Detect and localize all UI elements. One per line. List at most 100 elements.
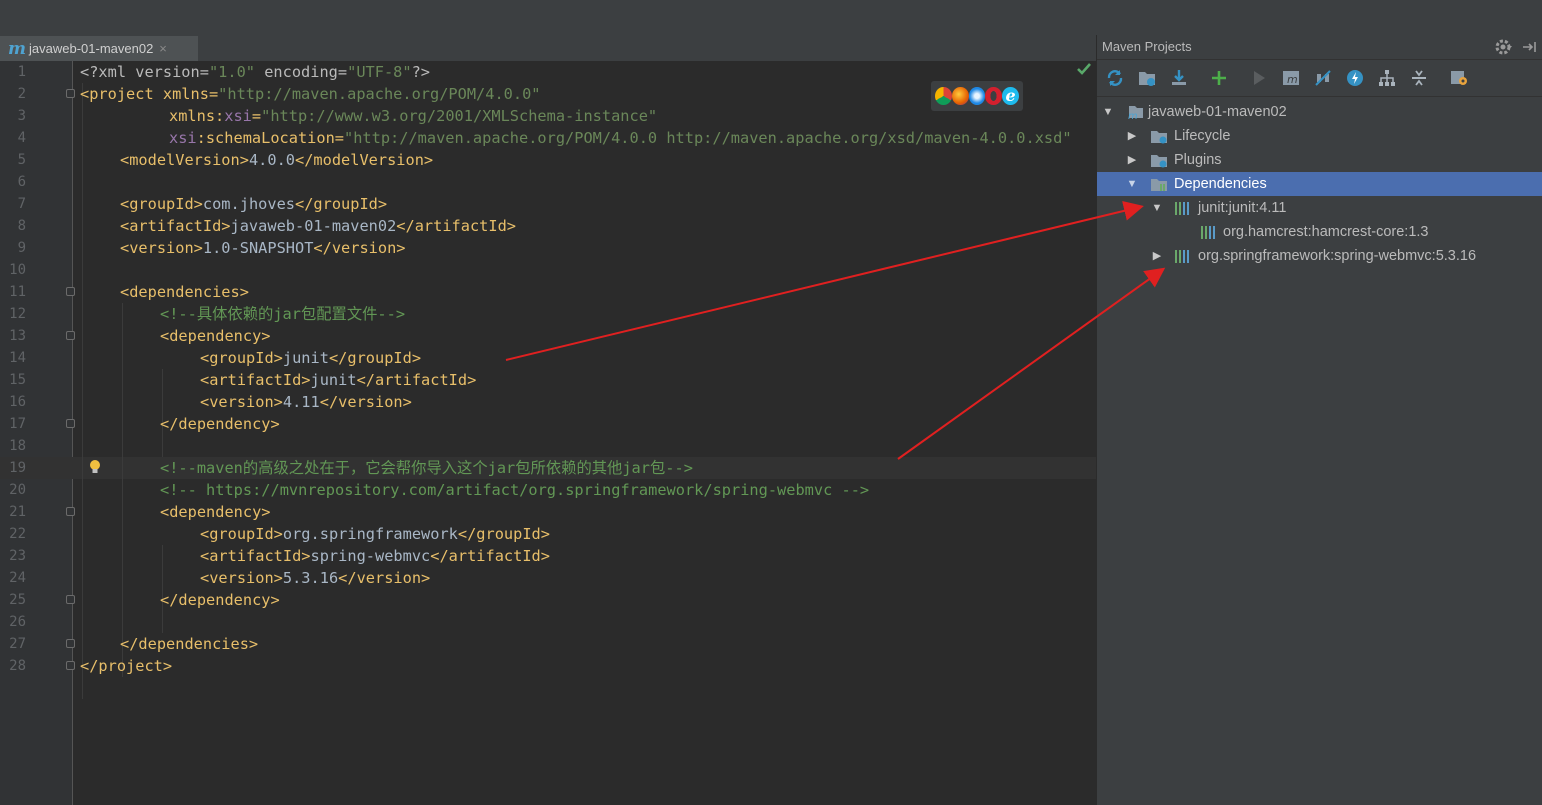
code-line-23: <artifactId>spring-webmvc</artifactId>	[200, 547, 550, 565]
line-number: 17	[9, 416, 26, 432]
tree-item-plugins[interactable]: ▶ Plugins	[1097, 148, 1542, 172]
add-icon[interactable]	[1209, 68, 1229, 88]
tree-item-project-root[interactable]: ▼ m javaweb-01-maven02	[1097, 100, 1542, 124]
line-number: 28	[9, 658, 26, 674]
code-line-9: <version>1.0-SNAPSHOT</version>	[120, 239, 406, 257]
tab-close-icon[interactable]: ×	[159, 41, 167, 56]
fold-marker[interactable]	[66, 639, 75, 648]
code-line-16: <version>4.11</version>	[200, 393, 412, 411]
editor-tab-bar: m javaweb-01-maven02 ×	[0, 35, 1096, 62]
line-number: 11	[9, 284, 26, 300]
indent-guide	[82, 83, 83, 699]
tree-item-dependency-spring-webmvc[interactable]: ▶ org.springframework:spring-webmvc:5.3.…	[1097, 244, 1542, 268]
browser-preview-bar: e	[931, 81, 1023, 111]
run-icon[interactable]	[1249, 68, 1269, 88]
library-icon	[1175, 202, 1189, 215]
generate-sources-icon[interactable]	[1137, 68, 1157, 88]
opera-icon[interactable]	[985, 87, 1003, 105]
code-line-17: </dependency>	[160, 415, 280, 433]
code-line-4: xsi:schemaLocation="http://maven.apache.…	[169, 129, 1072, 147]
code-line-21: <dependency>	[160, 503, 271, 521]
collapsed-arrow-icon[interactable]: ▶	[1125, 148, 1139, 172]
fold-marker[interactable]	[66, 287, 75, 296]
ie-icon[interactable]: e	[1002, 87, 1019, 105]
line-number: 5	[17, 152, 26, 168]
skip-tests-icon[interactable]	[1345, 68, 1365, 88]
line-number: 16	[9, 394, 26, 410]
collapsed-arrow-icon[interactable]: ▶	[1125, 124, 1139, 148]
line-number: 25	[9, 592, 26, 608]
tree-item-dependency-hamcrest[interactable]: org.hamcrest:hamcrest-core:1.3	[1097, 220, 1542, 244]
hide-panel-icon[interactable]	[1521, 38, 1537, 56]
line-number: 19	[9, 460, 26, 476]
code-editor[interactable]: m javaweb-01-maven02 × 1 2 3 4 5 6 7 8 9 10 11 12 13…	[0, 35, 1096, 805]
maven-settings-icon[interactable]	[1449, 68, 1469, 88]
code-line-19: <!--maven的高级之处在于，它会帮你导入这个jar包所依赖的其他jar包-…	[160, 459, 693, 477]
fold-marker[interactable]	[66, 595, 75, 604]
code-line-8: <artifactId>javaweb-01-maven02</artifact…	[120, 217, 517, 235]
line-number: 4	[17, 130, 26, 146]
line-number: 27	[9, 636, 26, 652]
code-line-24: <version>5.3.16</version>	[200, 569, 431, 587]
code-line-15: <artifactId>junit</artifactId>	[200, 371, 477, 389]
line-number: 22	[9, 526, 26, 542]
reimport-icon[interactable]	[1105, 68, 1125, 88]
indent-guide	[122, 303, 123, 677]
lifecycle-folder-icon	[1151, 131, 1167, 144]
library-icon	[1175, 250, 1189, 263]
fold-marker[interactable]	[66, 507, 75, 516]
code-line-7: <groupId>com.jhoves</groupId>	[120, 195, 388, 213]
collapse-all-icon[interactable]	[1409, 68, 1429, 88]
expanded-arrow-icon[interactable]: ▼	[1101, 100, 1115, 124]
dependencies-folder-icon	[1151, 179, 1167, 191]
firefox-icon[interactable]	[951, 87, 969, 105]
fold-marker[interactable]	[66, 419, 75, 428]
safari-icon[interactable]	[968, 87, 986, 105]
code-line-12: <!--具体依赖的jar包配置文件-->	[160, 305, 406, 323]
chrome-icon[interactable]	[935, 87, 952, 105]
gear-icon[interactable]	[1495, 38, 1513, 56]
code-line-11: <dependencies>	[120, 283, 249, 301]
expanded-arrow-icon[interactable]: ▼	[1150, 196, 1164, 220]
maven-toolbar: m	[1097, 60, 1542, 97]
svg-text:m: m	[1287, 73, 1298, 86]
collapsed-arrow-icon[interactable]: ▶	[1150, 244, 1164, 268]
line-number: 10	[9, 262, 26, 278]
line-number: 13	[9, 328, 26, 344]
line-number: 24	[9, 570, 26, 586]
maven-file-icon: m	[8, 38, 26, 59]
line-number: 1	[17, 64, 26, 80]
code-line-22: <groupId>org.springframework</groupId>	[200, 525, 550, 543]
lightbulb-icon[interactable]	[88, 459, 102, 475]
expanded-arrow-icon[interactable]: ▼	[1125, 172, 1139, 196]
fold-marker[interactable]	[66, 89, 75, 98]
tree-item-dependencies[interactable]: ▼ Dependencies	[1097, 172, 1542, 196]
line-number: 3	[17, 108, 26, 124]
execute-goal-icon[interactable]: m	[1281, 68, 1301, 88]
download-icon[interactable]	[1169, 68, 1189, 88]
show-dependencies-icon[interactable]	[1377, 68, 1397, 88]
window-top-bar	[0, 0, 1542, 36]
maven-module-icon: m	[1128, 106, 1143, 120]
tree-item-dependency-junit[interactable]: ▼ junit:junit:4.11	[1097, 196, 1542, 220]
library-icon	[1201, 226, 1215, 239]
code-line-20: <!-- https://mvnrepository.com/artifact/…	[160, 481, 870, 499]
code-line-13: <dependency>	[160, 327, 271, 345]
code-line-28: </project>	[80, 657, 173, 675]
code-line-14: <groupId>junit</groupId>	[200, 349, 422, 367]
inspection-ok-icon[interactable]	[1076, 61, 1092, 77]
toggle-offline-icon[interactable]	[1313, 68, 1333, 88]
line-number: 9	[17, 240, 26, 256]
tree-item-lifecycle[interactable]: ▶ Lifecycle	[1097, 124, 1542, 148]
line-number: 2	[17, 86, 26, 102]
maven-panel-title: Maven Projects	[1102, 39, 1192, 54]
line-number: 14	[9, 350, 26, 366]
code-line-2: <project xmlns="http://maven.apache.org/…	[80, 85, 541, 103]
line-number: 18	[9, 438, 26, 454]
editor-tab-pom[interactable]: m javaweb-01-maven02 ×	[0, 36, 198, 61]
fold-marker[interactable]	[66, 661, 75, 670]
fold-marker[interactable]	[66, 331, 75, 340]
line-number: 26	[9, 614, 26, 630]
code-line-25: </dependency>	[160, 591, 280, 609]
line-number: 20	[9, 482, 26, 498]
